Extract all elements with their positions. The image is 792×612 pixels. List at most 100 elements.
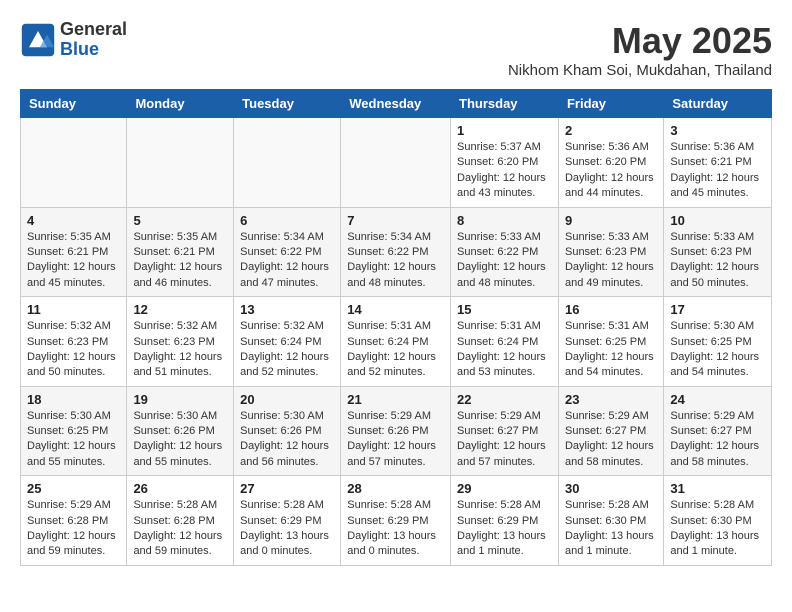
day-number: 19 (133, 392, 227, 407)
page-header: General Blue May 2025 Nikhom Kham Soi, M… (20, 20, 772, 79)
calendar-week-row: 1 Sunrise: 5:37 AM Sunset: 6:20 PM Daylig… (21, 118, 772, 208)
day-number: 5 (133, 213, 227, 228)
calendar-cell: 5Sunrise: 5:35 AM Sunset: 6:21 PM Daylig… (127, 207, 234, 297)
calendar-week-row: 25 Sunrise: 5:29 AM Sunset: 6:28 PM Dayli… (21, 476, 772, 566)
day-of-week-header: Saturday (664, 90, 772, 118)
day-number: 23 (565, 392, 657, 407)
day-detail: Sunrise: 5:34 AM Sunset: 6:22 PM Dayligh… (347, 230, 444, 292)
day-detail: Sunrise: 5:29 AM Sunset: 6:28 PM Dayligh… (27, 498, 120, 560)
day-number: 2 (565, 123, 657, 138)
calendar-cell: 19 Sunrise: 5:30 AM Sunset: 6:26 PM Dayli… (127, 386, 234, 476)
calendar-cell: 6 Sunrise: 5:34 AM Sunset: 6:22 PM Daylig… (234, 207, 341, 297)
calendar-header-row: SundayMondayTuesdayWednesdayThursdayFrid… (21, 90, 772, 118)
day-number: 15 (457, 302, 552, 317)
day-number: 4 (27, 213, 120, 228)
calendar-cell: 27 Sunrise: 5:28 AM Sunset: 6:29 PM Dayli… (234, 476, 341, 566)
calendar-cell: 16 Sunrise: 5:31 AM Sunset: 6:25 PM Dayli… (558, 297, 663, 387)
calendar-cell: 25 Sunrise: 5:29 AM Sunset: 6:28 PM Dayli… (21, 476, 127, 566)
day-number: 16 (565, 302, 657, 317)
day-detail: Sunrise: 5:29 AM Sunset: 6:27 PM Dayligh… (670, 409, 765, 471)
calendar-cell: 4 Sunrise: 5:35 AM Sunset: 6:21 PM Daylig… (21, 207, 127, 297)
day-detail: Sunrise: 5:30 AM Sunset: 6:26 PM Dayligh… (133, 409, 227, 471)
location-subtitle: Nikhom Kham Soi, Mukdahan, Thailand (508, 62, 772, 79)
title-block: May 2025 Nikhom Kham Soi, Mukdahan, Thai… (508, 20, 772, 79)
calendar-cell: 20 Sunrise: 5:30 AM Sunset: 6:26 PM Dayli… (234, 386, 341, 476)
calendar-cell: 10Sunrise: 5:33 AM Sunset: 6:23 PM Dayli… (664, 207, 772, 297)
calendar-cell: 22 Sunrise: 5:29 AM Sunset: 6:27 PM Dayli… (451, 386, 559, 476)
day-number: 7 (347, 213, 444, 228)
month-year-title: May 2025 (508, 20, 772, 62)
day-number: 11 (27, 302, 120, 317)
day-detail: Sunrise: 5:30 AM Sunset: 6:25 PM Dayligh… (670, 319, 765, 381)
calendar-cell: 29Sunrise: 5:28 AM Sunset: 6:29 PM Dayli… (451, 476, 559, 566)
day-number: 30 (565, 481, 657, 496)
day-number: 24 (670, 392, 765, 407)
calendar-cell: 23Sunrise: 5:29 AM Sunset: 6:27 PM Dayli… (558, 386, 663, 476)
day-detail: Sunrise: 5:28 AM Sunset: 6:28 PM Dayligh… (133, 498, 227, 560)
day-of-week-header: Friday (558, 90, 663, 118)
logo-text: General Blue (60, 20, 127, 60)
logo: General Blue (20, 20, 127, 60)
calendar-cell: 7 Sunrise: 5:34 AM Sunset: 6:22 PM Daylig… (341, 207, 451, 297)
day-number: 3 (670, 123, 765, 138)
calendar-cell: 13Sunrise: 5:32 AM Sunset: 6:24 PM Dayli… (234, 297, 341, 387)
calendar-cell: 9Sunrise: 5:33 AM Sunset: 6:23 PM Daylig… (558, 207, 663, 297)
calendar-week-row: 18 Sunrise: 5:30 AM Sunset: 6:25 PM Dayli… (21, 386, 772, 476)
day-detail: Sunrise: 5:28 AM Sunset: 6:29 PM Dayligh… (347, 498, 444, 560)
calendar-cell (21, 118, 127, 208)
day-of-week-header: Thursday (451, 90, 559, 118)
calendar-cell (341, 118, 451, 208)
calendar-cell: 14Sunrise: 5:31 AM Sunset: 6:24 PM Dayli… (341, 297, 451, 387)
day-number: 29 (457, 481, 552, 496)
calendar-cell: 1 Sunrise: 5:37 AM Sunset: 6:20 PM Daylig… (451, 118, 559, 208)
day-detail: Sunrise: 5:35 AM Sunset: 6:21 PM Dayligh… (27, 230, 120, 292)
day-detail: Sunrise: 5:31 AM Sunset: 6:24 PM Dayligh… (457, 319, 552, 381)
day-detail: Sunrise: 5:30 AM Sunset: 6:26 PM Dayligh… (240, 409, 334, 471)
calendar-cell: 28 Sunrise: 5:28 AM Sunset: 6:29 PM Dayli… (341, 476, 451, 566)
day-number: 1 (457, 123, 552, 138)
day-of-week-header: Monday (127, 90, 234, 118)
day-detail: Sunrise: 5:33 AM Sunset: 6:22 PM Dayligh… (457, 230, 552, 292)
day-number: 20 (240, 392, 334, 407)
day-number: 21 (347, 392, 444, 407)
calendar-week-row: 4 Sunrise: 5:35 AM Sunset: 6:21 PM Daylig… (21, 207, 772, 297)
calendar-cell: 17Sunrise: 5:30 AM Sunset: 6:25 PM Dayli… (664, 297, 772, 387)
day-number: 22 (457, 392, 552, 407)
day-detail: Sunrise: 5:30 AM Sunset: 6:25 PM Dayligh… (27, 409, 120, 471)
day-detail: Sunrise: 5:29 AM Sunset: 6:27 PM Dayligh… (457, 409, 552, 471)
day-detail: Sunrise: 5:31 AM Sunset: 6:24 PM Dayligh… (347, 319, 444, 381)
day-detail: Sunrise: 5:29 AM Sunset: 6:26 PM Dayligh… (347, 409, 444, 471)
day-number: 28 (347, 481, 444, 496)
day-detail: Sunrise: 5:34 AM Sunset: 6:22 PM Dayligh… (240, 230, 334, 292)
day-number: 26 (133, 481, 227, 496)
day-number: 10 (670, 213, 765, 228)
day-number: 18 (27, 392, 120, 407)
day-number: 12 (133, 302, 227, 317)
calendar-cell: 30Sunrise: 5:28 AM Sunset: 6:30 PM Dayli… (558, 476, 663, 566)
calendar-cell (127, 118, 234, 208)
calendar-cell: 31Sunrise: 5:28 AM Sunset: 6:30 PM Dayli… (664, 476, 772, 566)
day-number: 27 (240, 481, 334, 496)
day-detail: Sunrise: 5:37 AM Sunset: 6:20 PM Dayligh… (457, 140, 552, 202)
day-detail: Sunrise: 5:36 AM Sunset: 6:20 PM Dayligh… (565, 140, 657, 202)
calendar-cell: 15 Sunrise: 5:31 AM Sunset: 6:24 PM Dayli… (451, 297, 559, 387)
day-detail: Sunrise: 5:32 AM Sunset: 6:23 PM Dayligh… (27, 319, 120, 381)
day-of-week-header: Sunday (21, 90, 127, 118)
day-number: 25 (27, 481, 120, 496)
calendar-cell (234, 118, 341, 208)
day-detail: Sunrise: 5:32 AM Sunset: 6:23 PM Dayligh… (133, 319, 227, 381)
calendar-cell: 24 Sunrise: 5:29 AM Sunset: 6:27 PM Dayli… (664, 386, 772, 476)
logo-icon (20, 22, 56, 58)
calendar-cell: 8 Sunrise: 5:33 AM Sunset: 6:22 PM Daylig… (451, 207, 559, 297)
day-number: 13 (240, 302, 334, 317)
calendar-cell: 11 Sunrise: 5:32 AM Sunset: 6:23 PM Dayli… (21, 297, 127, 387)
day-detail: Sunrise: 5:31 AM Sunset: 6:25 PM Dayligh… (565, 319, 657, 381)
calendar-week-row: 11 Sunrise: 5:32 AM Sunset: 6:23 PM Dayli… (21, 297, 772, 387)
day-detail: Sunrise: 5:28 AM Sunset: 6:29 PM Dayligh… (240, 498, 334, 560)
calendar-cell: 3Sunrise: 5:36 AM Sunset: 6:21 PM Daylig… (664, 118, 772, 208)
calendar-cell: 12 Sunrise: 5:32 AM Sunset: 6:23 PM Dayli… (127, 297, 234, 387)
day-detail: Sunrise: 5:28 AM Sunset: 6:30 PM Dayligh… (670, 498, 765, 560)
day-number: 6 (240, 213, 334, 228)
day-number: 8 (457, 213, 552, 228)
calendar-cell: 21 Sunrise: 5:29 AM Sunset: 6:26 PM Dayli… (341, 386, 451, 476)
